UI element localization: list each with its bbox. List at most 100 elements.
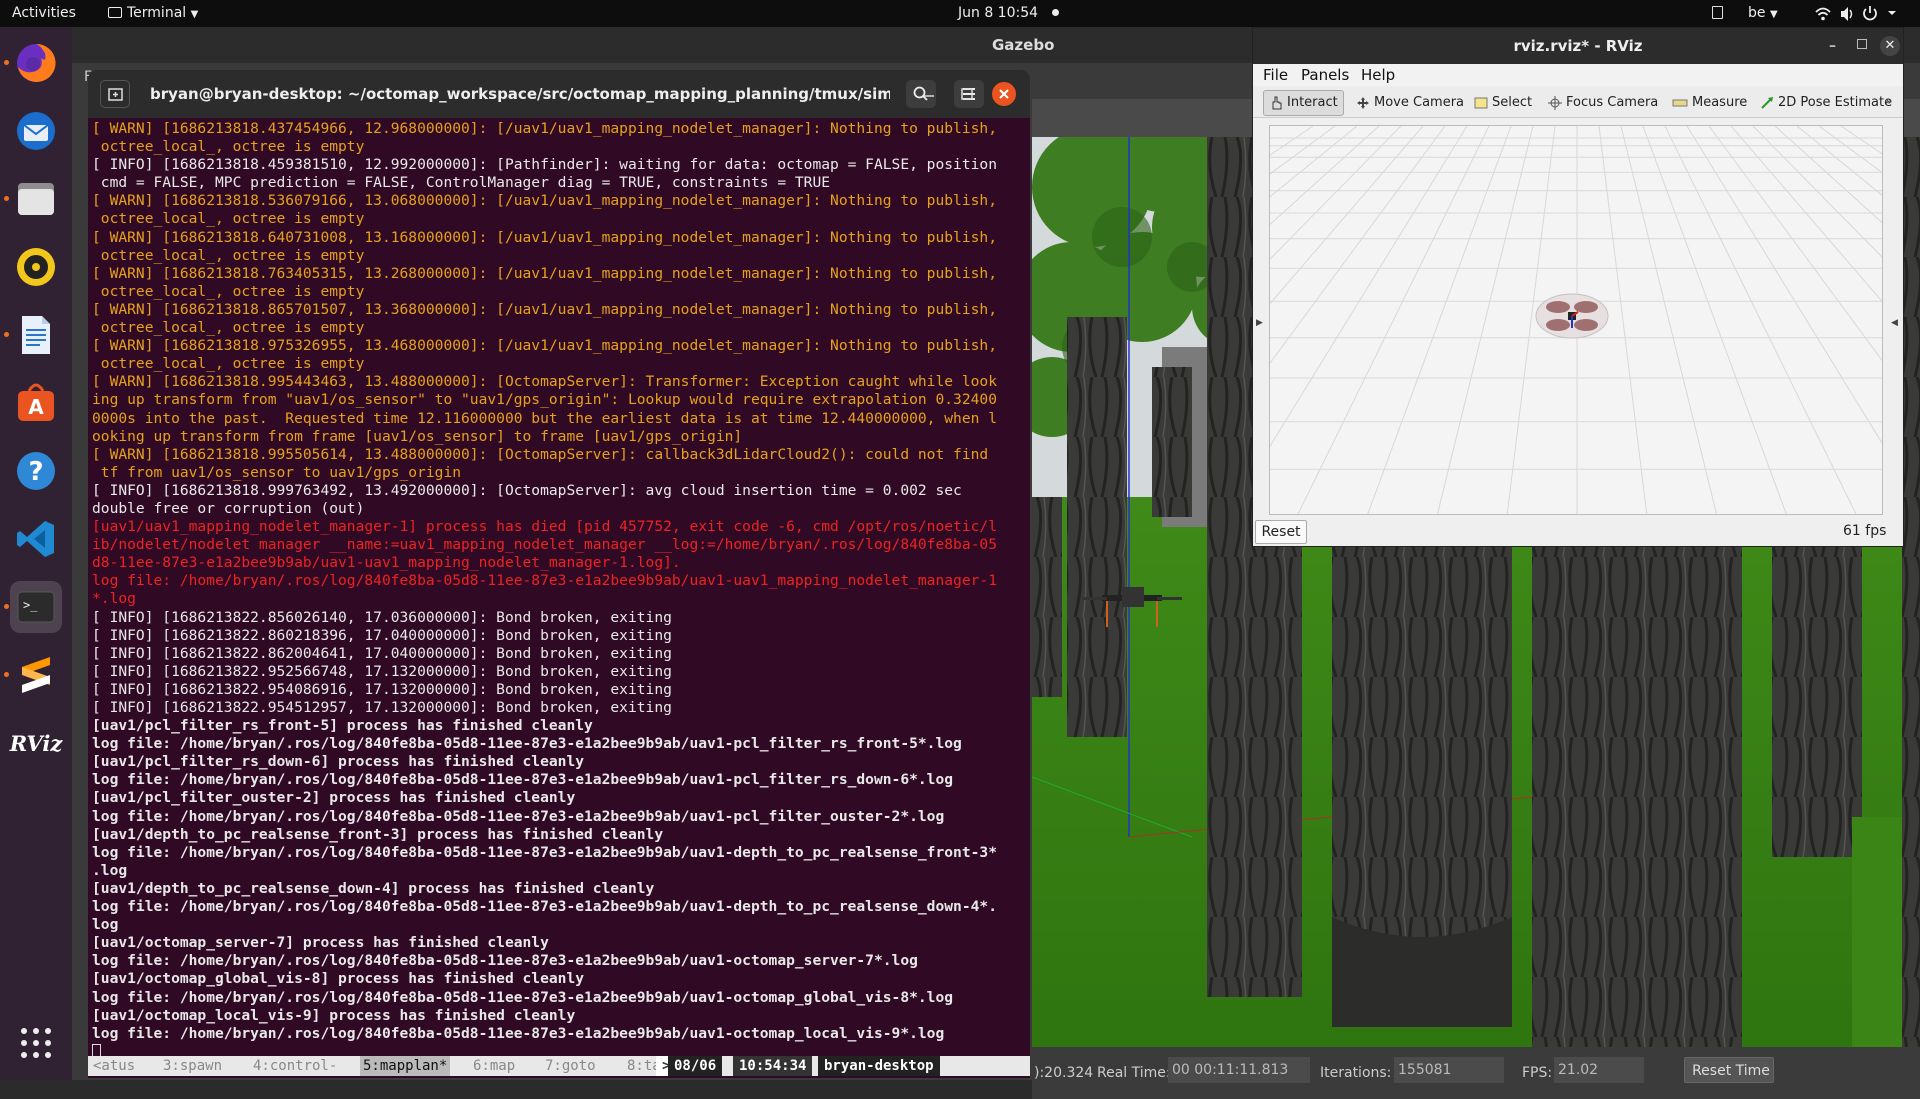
terminal-line: log file: /home/bryan/.ros/log/840fe8ba-… [92,807,945,825]
terminal-line: [ WARN] [1686213818.995505614, 13.488000… [92,445,989,463]
help-icon: ? [17,452,55,490]
minimize-icon[interactable] [918,80,940,108]
terminal-icon: >_ [17,591,55,623]
fps-label: FPS: [1522,1065,1553,1081]
tool-focus-camera[interactable]: Focus Camera [1543,90,1663,116]
terminal-line: *.log [92,590,136,608]
tool-2d-pose-estimate[interactable]: 2D Pose Estimate [1755,90,1897,116]
rviz-reset-button[interactable]: Reset [1255,520,1307,544]
tmux-hostname: bryan-desktop [818,1056,940,1076]
new-tab-button[interactable] [100,80,130,108]
real-time-label: Real Time: [1097,1065,1171,1081]
terminal-output[interactable]: [ WARN] [1686213818.437454966, 12.968000… [92,120,1020,1056]
toolbar-overflow-icon[interactable]: » [1885,94,1892,108]
app-grid-icon [21,1028,51,1058]
terminal-line: [ WARN] [1686213818.640731008, 13.168000… [92,228,997,246]
terminal-line: log [92,916,119,934]
rviz-grid [1270,126,1882,514]
terminal-line: [ WARN] [1686213818.995443463, 13.488000… [92,373,997,391]
terminal-line: [uav1/octomap_server-7] process has fini… [92,934,549,952]
sublime-text-icon [22,657,50,693]
reset-time-button[interactable]: Reset Time [1684,1057,1774,1083]
dock-thunderbird[interactable] [10,105,62,157]
tmux-date: 08/06 [668,1056,723,1076]
green-arrow-icon [1761,97,1773,109]
terminal-line: [uav1/pcl_filter_rs_down-6] process has … [92,753,585,771]
left-panel-collapse-icon[interactable]: ▶ [1256,318,1263,328]
dock-software[interactable]: A [10,377,62,429]
gazebo-title: Gazebo [992,36,1055,54]
volume-icon [1841,7,1853,21]
caret-down-icon: ▼ [1769,9,1778,20]
keyboard-layout-label: be [1748,5,1766,21]
keyboard-layout-indicator[interactable]: be ▼ [1748,0,1778,27]
system-menu[interactable] [1810,0,1910,27]
rhythmbox-icon [17,248,55,286]
rviz-toolbar: Interact Move Camera Select Focus Camera… [1253,86,1903,118]
maximize-icon[interactable] [1857,39,1867,49]
svg-text:>_: >_ [23,598,38,612]
rviz-icon: RViz [9,730,63,756]
tool-interact[interactable]: Interact [1263,90,1344,116]
tmux-window-tab[interactable]: 7:goto [542,1056,599,1076]
tool-select[interactable]: Select [1469,90,1537,116]
dock-rviz[interactable]: RViz [9,717,63,769]
right-panel-collapse-icon[interactable]: ◀ [1891,318,1898,328]
maximize-icon[interactable] [956,80,978,108]
notification-dot-icon [1052,9,1060,16]
tool-measure[interactable]: Measure [1667,90,1752,116]
terminal-line: d8-11ee-87e3-e1a2bee9b9ab/uav1-uav1_mapp… [92,554,681,572]
dock-rhythmbox[interactable] [10,241,62,293]
terminal-line: [ INFO] [1686213822.856026140, 17.036000… [92,608,672,626]
menu-help[interactable]: Help [1361,66,1395,84]
iterations-value: 155081 [1394,1057,1504,1083]
tmux-window-tab[interactable]: 5:mapplan* [360,1056,451,1076]
system-status-icons [1815,6,1896,21]
dock-writer[interactable] [10,309,62,361]
terminal-line: octree_local_, octree is empty [92,246,365,264]
tmux-window-tab[interactable]: 3:spawn [160,1056,225,1076]
terminal-line: [ INFO] [1686213818.999763492, 13.492000… [92,481,962,499]
tmux-window-tab[interactable]: <atus [90,1056,138,1076]
clock[interactable]: Jun 8 10:54 [958,0,1060,27]
dock-firefox[interactable] [10,37,62,89]
rviz-3d-view[interactable] [1269,125,1883,515]
show-apps-button[interactable] [10,1017,62,1069]
app-menu[interactable]: Terminal ▼ [108,0,198,27]
files-icon [18,183,54,215]
minimize-icon[interactable]: – [1829,28,1836,64]
terminal-line: .log [92,861,128,879]
dock-sublime[interactable] [10,649,62,701]
menu-file[interactable]: File [1263,66,1288,84]
tool-focus-camera-label: Focus Camera [1566,95,1659,110]
tmux-window-tab[interactable]: 4:control- [250,1056,340,1076]
clipboard-indicator-icon[interactable] [1712,0,1723,27]
dock-vscode[interactable] [10,513,62,565]
terminal-line: [ INFO] [1686213822.954086916, 17.132000… [92,680,672,698]
tool-interact-label: Interact [1287,95,1338,110]
tmux-time: 10:54:34 [733,1056,813,1076]
new-tab-icon [108,88,123,101]
running-indicator [4,60,9,65]
terminal-line: log file: /home/bryan/.ros/log/840fe8ba-… [92,1024,945,1042]
terminal-line: log file: /home/bryan/.ros/log/840fe8ba-… [92,898,997,916]
close-icon[interactable]: ✕ [1880,36,1900,56]
caret-down-icon [1888,11,1896,15]
terminal-line: log file: /home/bryan/.ros/log/840fe8ba-… [92,572,997,590]
writer-icon [22,316,50,354]
terminal-cursor [92,1043,101,1056]
tmux-status-bar: <atus 3:spawn 4:control- 5:mapplan* 6:map 7:g… [88,1056,1030,1076]
vscode-icon [17,521,54,557]
tool-2d-pose-estimate-label: 2D Pose Estimate [1778,95,1893,110]
activities-button[interactable]: Activities [12,0,76,27]
terminal-line: [uav1/depth_to_pc_realsense_down-4] proc… [92,879,655,897]
tmux-window-tab[interactable]: 6:map [470,1056,518,1076]
terminal-line: [uav1/pcl_filter_ouster-2] process has f… [92,789,576,807]
rviz-titlebar: rviz.rviz* - RViz – ✕ [1253,28,1903,64]
close-icon[interactable] [992,82,1016,106]
dock-terminal[interactable]: >_ [10,581,62,633]
dock-files[interactable] [10,173,62,225]
tool-move-camera[interactable]: Move Camera [1351,90,1469,116]
menu-panels[interactable]: Panels [1301,66,1349,84]
dock-help[interactable]: ? [10,445,62,497]
